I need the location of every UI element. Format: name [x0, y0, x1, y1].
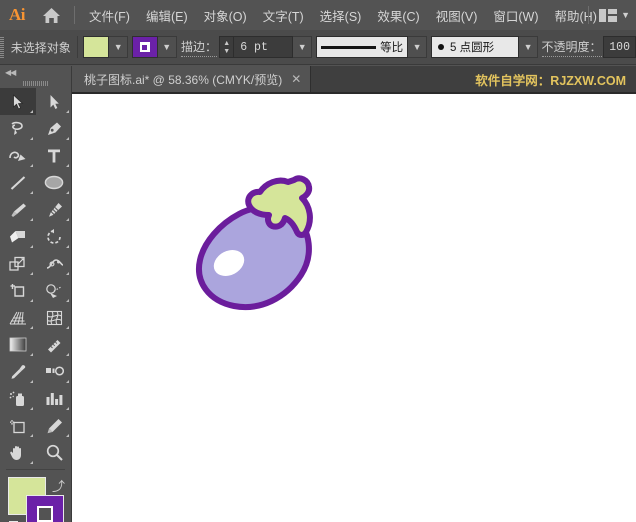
- menu-select[interactable]: 选择(S): [312, 2, 370, 29]
- stepper-up-icon[interactable]: ▲: [223, 40, 230, 47]
- pen-tool[interactable]: [36, 115, 72, 142]
- pencil-tool[interactable]: [36, 196, 72, 223]
- width-profile-chevron-down-icon[interactable]: ▼: [408, 36, 428, 58]
- stroke-weight-stepper[interactable]: ▲ ▼: [219, 36, 234, 58]
- curvature-tool[interactable]: [0, 142, 36, 169]
- fill-swatch[interactable]: [83, 36, 110, 58]
- menu-bar: Ai 文件(F) 编辑(E) 对象(O) 文字(T) 选择(S) 效果(C) 视…: [0, 0, 636, 30]
- stepper-down-icon[interactable]: ▼: [223, 48, 230, 55]
- width-profile-control[interactable]: 等比 ▼: [316, 36, 428, 58]
- tools-divider: [6, 469, 65, 470]
- control-bar: 未选择对象 ▼ ▼ 描边： ▲ ▼ 6 pt ▼ 等比 ▼ 5 点圆形 ▼ 不透…: [0, 30, 636, 65]
- ellipse-tool[interactable]: [36, 169, 72, 196]
- menu-type[interactable]: 文字(T): [255, 2, 312, 29]
- fill-dropdown-chevron-down-icon[interactable]: ▼: [109, 36, 129, 58]
- close-icon[interactable]: ✕: [291, 73, 301, 85]
- workspace-switcher-icon: [599, 8, 618, 22]
- watermark-text: 软件自学网：RJZXW.COM: [475, 73, 626, 88]
- menu-object[interactable]: 对象(O): [196, 2, 255, 29]
- symbol-sprayer-tool[interactable]: [0, 385, 36, 412]
- rotate-tool[interactable]: [36, 223, 72, 250]
- eraser-tool[interactable]: [0, 223, 36, 250]
- lasso-tool[interactable]: [0, 115, 36, 142]
- stroke-color-swatch[interactable]: [26, 495, 64, 522]
- stroke-weight-control[interactable]: ▲ ▼ 6 pt ▼: [219, 36, 313, 58]
- line-segment-tool[interactable]: [0, 169, 36, 196]
- document-tab[interactable]: 桃子图标.ai* @ 58.36% (CMYK/预览) ✕: [72, 66, 312, 92]
- brush-dot-icon: [438, 44, 445, 50]
- fill-color-control[interactable]: ▼: [83, 36, 129, 58]
- selection-tool[interactable]: [0, 88, 36, 115]
- chevron-down-icon[interactable]: ▼: [621, 10, 630, 20]
- tools-panel: ◀◀ ⤴: [0, 66, 72, 522]
- direct-selection-tool[interactable]: [36, 88, 72, 115]
- double-chevron-left-icon[interactable]: ◀◀: [0, 66, 71, 78]
- tools-panel-grip[interactable]: [0, 78, 71, 88]
- brush-definition-control[interactable]: 5 点圆形 ▼: [431, 36, 539, 58]
- stroke-dropdown-chevron-down-icon[interactable]: ▼: [157, 36, 177, 58]
- mesh-tool[interactable]: [36, 304, 72, 331]
- menu-file[interactable]: 文件(F): [81, 2, 138, 29]
- measure-tool[interactable]: [36, 331, 72, 358]
- home-icon[interactable]: [34, 0, 68, 30]
- workspace-switcher[interactable]: ▼: [582, 0, 630, 30]
- swap-fill-stroke-icon[interactable]: ⤴: [52, 476, 65, 495]
- brush-preview[interactable]: 5 点圆形: [431, 36, 520, 58]
- free-transform-tool[interactable]: [0, 277, 36, 304]
- menu-edit[interactable]: 编辑(E): [138, 2, 196, 29]
- shape-builder-tool[interactable]: [36, 277, 72, 304]
- document-tab-title: 桃子图标.ai* @ 58.36% (CMYK/预览): [84, 72, 283, 87]
- opacity-input[interactable]: 100: [603, 36, 636, 58]
- column-graph-tool[interactable]: [36, 385, 72, 412]
- gradient-tool[interactable]: [0, 331, 36, 358]
- blend-tool[interactable]: [36, 358, 72, 385]
- document-canvas[interactable]: [72, 92, 636, 522]
- tool-list: [0, 88, 71, 466]
- slice-tool[interactable]: [36, 412, 72, 439]
- stroke-swatch[interactable]: [131, 36, 158, 58]
- eyedropper-tool[interactable]: [0, 358, 36, 385]
- menu-item-list: 文件(F) 编辑(E) 对象(O) 文字(T) 选择(S) 效果(C) 视图(V…: [81, 2, 605, 29]
- menu-view[interactable]: 视图(V): [428, 2, 486, 29]
- paintbrush-tool[interactable]: [0, 196, 36, 223]
- menu-effect[interactable]: 效果(C): [369, 2, 427, 29]
- illustrator-window: Ai 文件(F) 编辑(E) 对象(O) 文字(T) 选择(S) 效果(C) 视…: [0, 0, 636, 522]
- menu-window[interactable]: 窗口(W): [485, 2, 546, 29]
- width-tool[interactable]: [36, 250, 72, 277]
- eggplant-illustration[interactable]: [182, 170, 352, 325]
- type-tool[interactable]: [36, 142, 72, 169]
- brush-chevron-down-icon[interactable]: ▼: [519, 36, 539, 58]
- opacity-label[interactable]: 不透明度：: [541, 38, 602, 57]
- perspective-grid-tool[interactable]: [0, 304, 36, 331]
- stroke-weight-chevron-down-icon[interactable]: ▼: [293, 36, 313, 58]
- menu-divider: [74, 6, 75, 24]
- app-logo-icon: Ai: [9, 5, 26, 24]
- document-tab-bar: 桃子图标.ai* @ 58.36% (CMYK/预览) ✕ 软件自学网：RJZX…: [0, 66, 636, 92]
- fill-stroke-swatches: ⤴: [0, 475, 71, 522]
- workspace-divider: [588, 6, 590, 24]
- scale-tool[interactable]: [0, 250, 36, 277]
- selection-status-label: 未选择对象: [10, 40, 71, 55]
- width-profile-preview[interactable]: 等比: [316, 36, 409, 58]
- profile-line-icon: [321, 45, 377, 49]
- hand-tool[interactable]: [0, 439, 36, 466]
- artboard-tool[interactable]: [0, 412, 36, 439]
- zoom-tool[interactable]: [36, 439, 72, 466]
- stroke-color-control[interactable]: ▼: [131, 36, 177, 58]
- stroke-weight-input[interactable]: 6 pt: [233, 36, 294, 58]
- stroke-weight-label[interactable]: 描边：: [181, 38, 218, 57]
